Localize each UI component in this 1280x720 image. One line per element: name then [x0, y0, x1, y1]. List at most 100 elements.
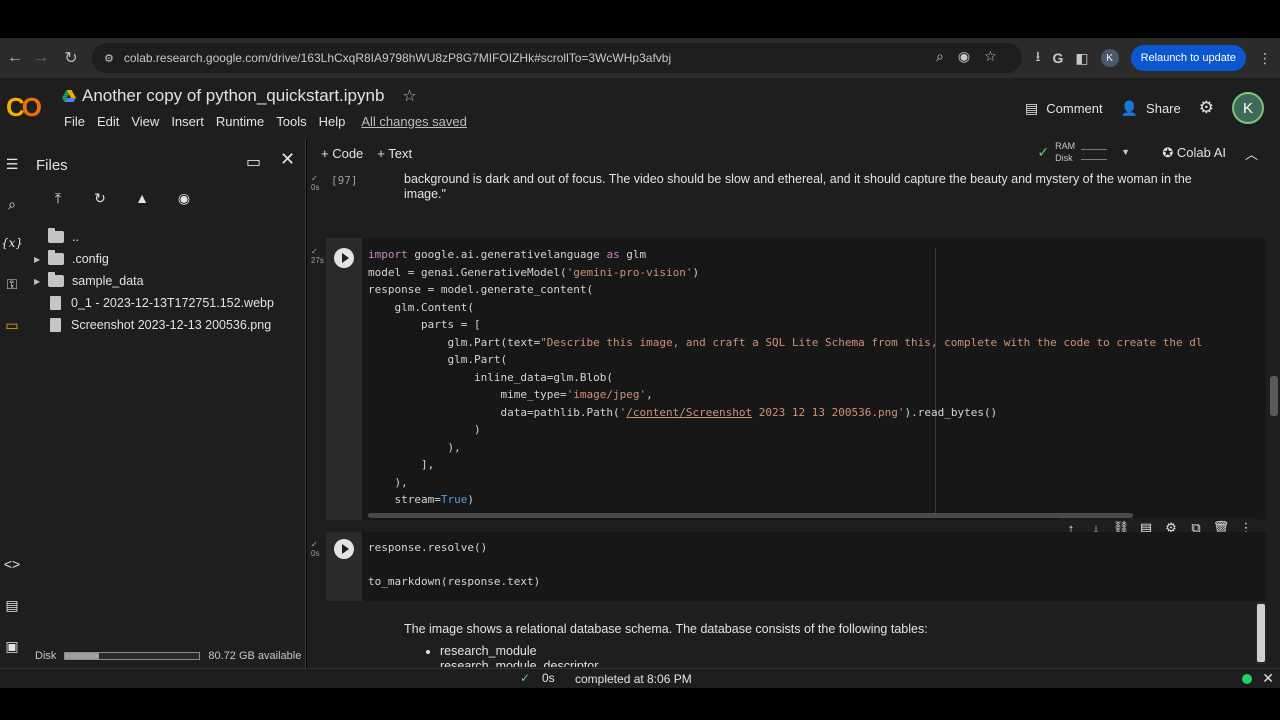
ram-label: RAM [1055, 141, 1076, 151]
disk-available: 80.72 GB available [208, 650, 302, 662]
settings-gear-icon[interactable]: ⚙ [1199, 98, 1214, 118]
command-palette-icon[interactable]: ▤ [2, 595, 22, 615]
tracking-eye-icon[interactable]: ◉ [958, 48, 970, 65]
code-cell[interactable]: import google.ai.generativelanguage as g… [326, 238, 1266, 520]
cell-exec-status: ✓ 0s [311, 540, 320, 558]
cell-exec-status: ✓ 27s [311, 247, 324, 265]
runtime-dropdown-icon[interactable]: ▼ [1121, 147, 1130, 157]
connection-status-dot [1242, 674, 1252, 684]
relaunch-button[interactable]: Relaunch to update [1130, 45, 1246, 71]
close-panel-icon[interactable]: ✕ [280, 149, 295, 170]
menu-runtime[interactable]: Runtime [210, 114, 270, 129]
markdown-intro: The image shows a relational database sc… [404, 622, 928, 636]
resource-monitor[interactable]: ✓ RAM Disk ▼ [1037, 140, 1130, 164]
terminal-icon[interactable]: ▣ [2, 636, 22, 656]
file-tree: .. ▶ .config ▶ sample_data 0_1 - 2023-12… [34, 226, 274, 336]
file-tree-item[interactable]: Screenshot 2023-12-13 200536.png [34, 314, 274, 336]
url-text: colab.research.google.com/drive/163LhCxq… [123, 51, 672, 65]
colab-logo[interactable]: CO [6, 92, 42, 123]
download-icon[interactable]: ⭳ [1036, 46, 1041, 70]
notebook-title[interactable]: Another copy of python_quickstart.ipynb [82, 86, 384, 106]
open-in-tab-icon[interactable]: ▭ [246, 152, 261, 172]
connected-check-icon: ✓ [1037, 143, 1050, 160]
table-of-contents-icon[interactable]: ☰ [2, 154, 22, 174]
output-scrollbar-thumb[interactable] [1257, 604, 1265, 662]
collapse-header-icon[interactable]: ︿ [1245, 144, 1258, 163]
folder-icon [48, 250, 64, 265]
forward-icon[interactable]: → [26, 43, 56, 73]
code-editor[interactable]: response.resolve() to_markdown(response.… [368, 539, 540, 590]
secrets-key-icon[interactable]: ⚿ [2, 274, 22, 294]
variables-icon[interactable]: {x} [1, 233, 23, 253]
site-info-icon[interactable]: ⚙ [104, 52, 114, 65]
upload-file-icon[interactable]: ⤒ [48, 188, 68, 208]
search-icon[interactable]: ⌕ [2, 194, 22, 214]
share-label: Share [1146, 100, 1181, 116]
google-icon[interactable]: G [1052, 50, 1063, 66]
show-hidden-eye-icon[interactable]: ◉ [174, 188, 194, 208]
menu-tools[interactable]: Tools [270, 114, 312, 129]
share-button[interactable]: 👤 Share [1121, 100, 1181, 117]
browser-profile-avatar[interactable]: K [1100, 49, 1119, 67]
screen-bottom-border [0, 688, 1280, 720]
url-field[interactable]: ⚙ colab.research.google.com/drive/163LhC… [92, 43, 1022, 73]
code-line: response.resolve() [368, 541, 488, 554]
run-cell-button[interactable] [334, 539, 354, 559]
file-tree-item[interactable]: ▶ .config [34, 248, 274, 270]
list-item: research_module [440, 644, 928, 659]
add-text-button[interactable]: + Text [377, 146, 412, 161]
files-folder-icon[interactable]: ▭ [2, 315, 22, 335]
horizontal-scrollbar[interactable] [368, 513, 1133, 518]
status-message: completed at 8:06 PM [575, 672, 692, 686]
status-check-icon: ✓ [520, 671, 531, 685]
menu-help[interactable]: Help [313, 114, 352, 129]
colab-ai-button[interactable]: ✪ Colab AI [1162, 145, 1226, 161]
status-bar: ✓ 0s completed at 8:06 PM ✕ [0, 668, 1280, 688]
star-icon[interactable]: ☆ [402, 86, 416, 106]
comment-button[interactable]: ▤ Comment [1025, 100, 1103, 117]
file-tree-label: .config [72, 252, 109, 266]
code-editor[interactable]: import google.ai.generativelanguage as g… [368, 246, 1202, 509]
file-tree-item[interactable]: ▶ sample_data [34, 270, 274, 292]
expand-caret-icon[interactable]: ▶ [34, 277, 48, 286]
side-panel-icon[interactable]: ◧ [1075, 50, 1088, 67]
screen-top-border [0, 0, 1280, 38]
run-cell-button[interactable] [334, 248, 354, 268]
file-tree-item[interactable]: .. [34, 226, 274, 248]
code-snippets-icon[interactable]: <> [2, 554, 22, 574]
code-cell[interactable]: response.resolve() to_markdown(response.… [326, 532, 1266, 601]
browser-menu-icon[interactable]: ⋮ [1258, 50, 1272, 67]
menu-insert[interactable]: Insert [165, 114, 210, 129]
cell-output-text: background is dark and out of focus. The… [404, 172, 1192, 201]
menu-file[interactable]: File [58, 114, 91, 129]
google-drive-icon [62, 90, 76, 102]
disk-usage: Disk 80.72 GB available [35, 650, 301, 662]
markdown-output: The image shows a relational database sc… [404, 622, 928, 667]
refresh-folder-icon[interactable]: ↻ [90, 188, 110, 208]
notebook-scrollbar[interactable] [1270, 376, 1278, 416]
bookmark-star-icon[interactable]: ☆ [984, 48, 997, 65]
file-icon [50, 296, 61, 310]
menu-view[interactable]: View [125, 114, 165, 129]
zoom-icon[interactable]: ⌕ [936, 48, 944, 65]
output-scrollbar[interactable] [1256, 602, 1266, 664]
reload-icon[interactable]: ↻ [56, 43, 86, 73]
add-code-button[interactable]: + Code [321, 146, 363, 161]
browser-address-bar: ← → ↻ ⚙ colab.research.google.com/drive/… [0, 38, 1280, 78]
save-status[interactable]: All changes saved [351, 114, 467, 129]
exec-time: 27s [311, 256, 324, 265]
close-status-icon[interactable]: ✕ [1262, 670, 1274, 687]
file-tree-label: .. [72, 230, 79, 244]
exec-count: [97] [331, 174, 358, 187]
exec-time: 0s [311, 183, 320, 192]
mount-drive-icon[interactable]: ▲ [132, 188, 152, 208]
file-tree-label: 0_1 - 2023-12-13T172751.152.webp [71, 296, 274, 310]
user-avatar[interactable]: K [1232, 92, 1264, 124]
colab-header: CO Another copy of python_quickstart.ipy… [0, 78, 1280, 140]
file-tree-item[interactable]: 0_1 - 2023-12-13T172751.152.webp [34, 292, 274, 314]
expand-caret-icon[interactable]: ▶ [34, 255, 48, 264]
resource-gauge [1081, 144, 1108, 160]
menu-edit[interactable]: Edit [91, 114, 125, 129]
file-tree-label: Screenshot 2023-12-13 200536.png [71, 318, 272, 332]
cell-gutter [326, 238, 362, 520]
